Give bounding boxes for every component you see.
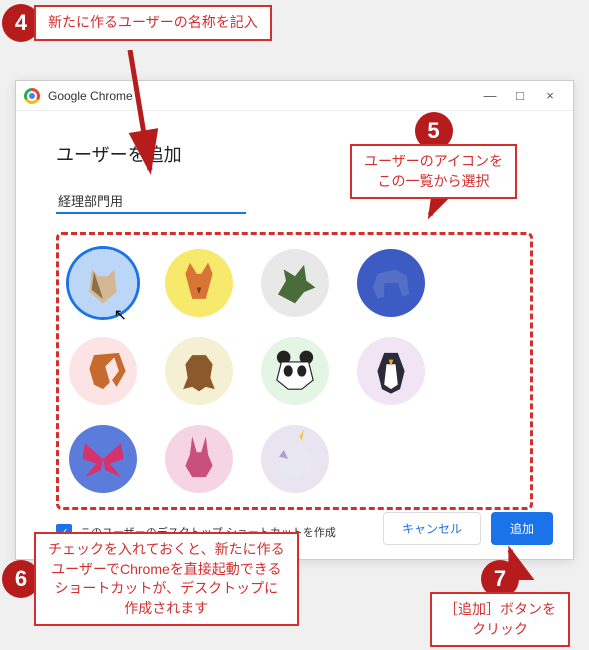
chrome-icon bbox=[24, 88, 40, 104]
callout-text: チェックを入れておくと、新たに作るユーザーでChromeを直接起動できるショート… bbox=[34, 532, 299, 626]
avatar-elephant-origami[interactable] bbox=[357, 249, 425, 317]
callout-text: 新たに作るユーザーの名称を記入 bbox=[34, 5, 272, 41]
avatar-cat-origami[interactable]: ↖ bbox=[69, 249, 137, 317]
callout-text: ［追加］ボタンをクリック bbox=[430, 592, 570, 647]
maximize-button[interactable]: □ bbox=[505, 84, 535, 108]
dialog-buttons: キャンセル 追加 bbox=[383, 512, 553, 545]
window-controls: — □ × bbox=[475, 84, 565, 108]
avatar-fox-origami[interactable] bbox=[165, 249, 233, 317]
avatar-monkey-origami[interactable] bbox=[165, 337, 233, 405]
add-button[interactable]: 追加 bbox=[491, 512, 553, 545]
avatar-squirrel-origami[interactable] bbox=[69, 337, 137, 405]
titlebar: Google Chrome — □ × bbox=[16, 81, 573, 111]
window-title: Google Chrome bbox=[48, 89, 475, 103]
avatar-selection-grid: ↖ bbox=[56, 232, 533, 510]
callout-text: ユーザーのアイコンをこの一覧から選択 bbox=[350, 144, 517, 199]
minimize-button[interactable]: — bbox=[475, 84, 505, 108]
callout-7: 7 ［追加］ボタンをクリック bbox=[430, 560, 570, 647]
callout-5: 5 ユーザーのアイコンをこの一覧から選択 bbox=[350, 112, 517, 199]
callout-4: 4 新たに作るユーザーの名称を記入 bbox=[2, 4, 272, 42]
avatar-rabbit-origami[interactable] bbox=[165, 425, 233, 493]
avatar-penguin-origami[interactable] bbox=[357, 337, 425, 405]
avatar-dragon-origami[interactable] bbox=[261, 249, 329, 317]
user-name-input[interactable] bbox=[56, 189, 246, 214]
avatar-panda-origami[interactable] bbox=[261, 337, 329, 405]
avatar-unicorn-origami[interactable] bbox=[261, 425, 329, 493]
close-button[interactable]: × bbox=[535, 84, 565, 108]
avatar-butterfly-origami[interactable] bbox=[69, 425, 137, 493]
cursor-icon: ↖ bbox=[114, 305, 127, 325]
callout-6: 6 チェックを入れておくと、新たに作るユーザーでChromeを直接起動できるショ… bbox=[2, 532, 299, 626]
cancel-button[interactable]: キャンセル bbox=[383, 512, 481, 545]
